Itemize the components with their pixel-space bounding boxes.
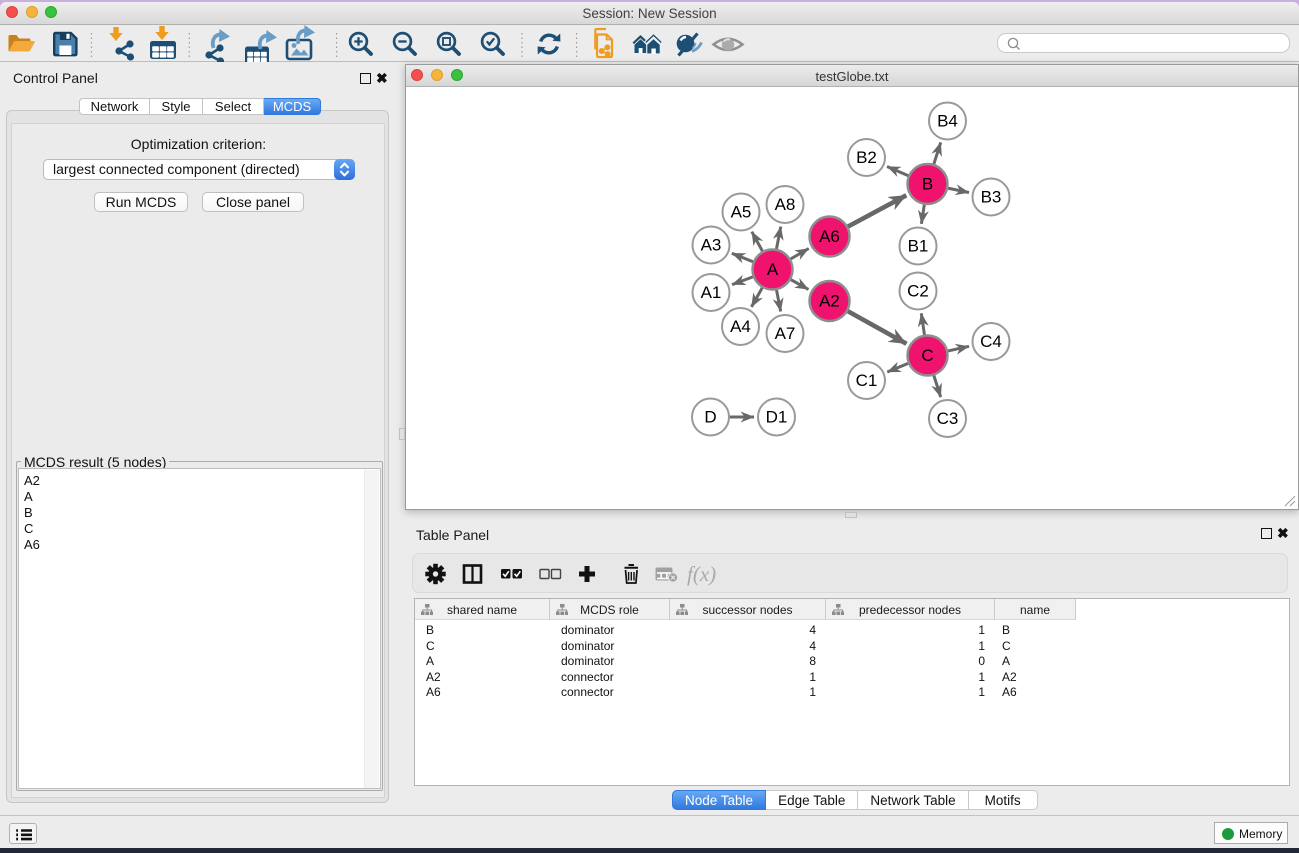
svg-text:f(x): f(x) [687, 562, 716, 586]
svg-text:C4: C4 [980, 332, 1002, 351]
svg-text:B4: B4 [937, 111, 958, 130]
svg-text:A5: A5 [731, 202, 752, 221]
svg-text:A7: A7 [775, 324, 796, 343]
svg-text:A6: A6 [819, 227, 840, 246]
svg-text:A8: A8 [775, 195, 796, 214]
svg-text:C1: C1 [856, 371, 878, 390]
svg-text:B1: B1 [908, 236, 929, 255]
svg-text:A: A [767, 260, 779, 279]
svg-text:B2: B2 [856, 148, 877, 167]
svg-text:D: D [704, 407, 716, 426]
svg-text:B: B [922, 174, 933, 193]
svg-text:A4: A4 [730, 317, 751, 336]
svg-text:A2: A2 [819, 291, 840, 310]
svg-text:C2: C2 [907, 281, 929, 300]
svg-text:D1: D1 [766, 407, 788, 426]
svg-text:A3: A3 [701, 235, 722, 254]
svg-text:A1: A1 [701, 283, 722, 302]
svg-text:C: C [921, 346, 933, 365]
svg-text:C3: C3 [937, 409, 959, 428]
svg-text:B3: B3 [981, 187, 1002, 206]
